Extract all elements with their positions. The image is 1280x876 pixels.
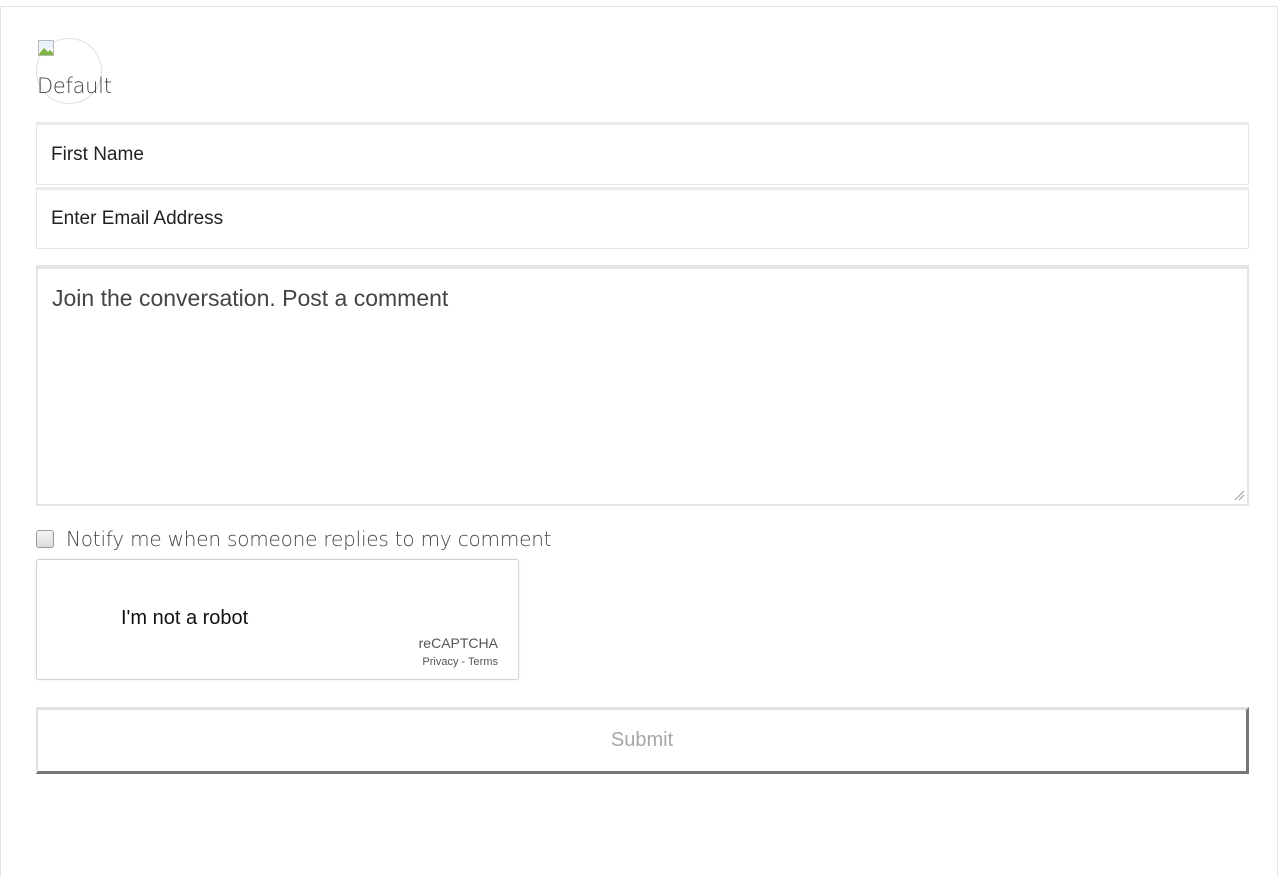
first-name-input[interactable] [36, 122, 1249, 185]
submit-button[interactable]: Submit [36, 707, 1249, 774]
notify-checkbox[interactable] [36, 530, 54, 548]
recaptcha-links: Privacy - Terms [422, 656, 498, 668]
recaptcha-brand: reCAPTCHA [418, 635, 498, 651]
recaptcha-widget: I'm not a robot reCAPTCHA Privacy - Term… [36, 559, 519, 680]
recaptcha-terms-link[interactable]: Terms [468, 656, 498, 668]
notify-label: Notify me when someone replies to my com… [66, 527, 552, 551]
recaptcha-privacy-link[interactable]: Privacy [422, 656, 458, 668]
avatar-label: Default [37, 74, 112, 98]
resize-handle-icon[interactable] [1233, 489, 1245, 501]
notify-option: Notify me when someone replies to my com… [36, 526, 552, 552]
avatar-section: Default [36, 38, 156, 104]
email-input[interactable] [36, 187, 1249, 249]
broken-image-icon [38, 40, 54, 56]
recaptcha-link-separator: - [458, 656, 469, 668]
comment-textarea[interactable] [36, 265, 1249, 506]
recaptcha-checkbox-label[interactable]: I'm not a robot [121, 607, 248, 630]
